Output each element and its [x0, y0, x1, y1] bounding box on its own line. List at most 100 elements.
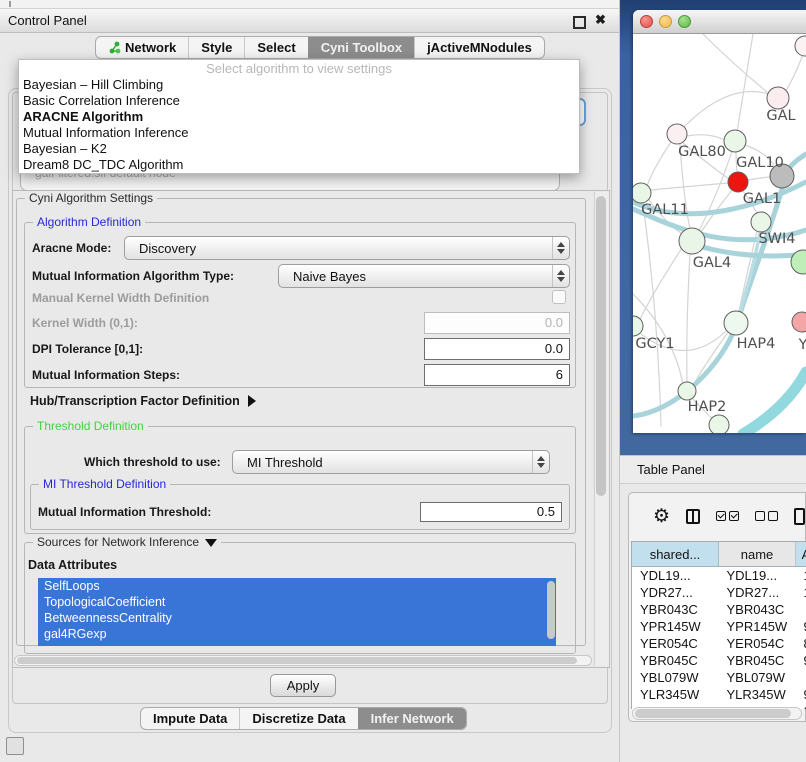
node-hap4[interactable]	[724, 311, 748, 335]
node-gal80[interactable]	[667, 124, 687, 144]
node-gal11[interactable]	[633, 183, 651, 203]
table-cell[interactable]: 9.	[796, 686, 806, 703]
tab-cyni-toolbox[interactable]: Cyni Toolbox	[308, 37, 414, 58]
algorithm-option-2[interactable]: ARACNE Algorithm	[19, 109, 579, 125]
table-cell[interactable]: YBR043C	[719, 601, 796, 618]
node-table[interactable]: shared...nameAYDL19...YDL19...13YDR27...…	[631, 541, 806, 709]
scrollbar-thumb[interactable]	[635, 709, 791, 718]
list-scrollbar-thumb[interactable]	[547, 581, 555, 639]
columns-icon[interactable]	[686, 509, 700, 524]
network-source-combo-partial[interactable]: galFiltered.sif default node	[20, 171, 560, 191]
table-cell[interactable]: YLR345W	[632, 686, 719, 703]
table-cell[interactable]: 13	[796, 567, 806, 585]
mi-algorithm-type-combo[interactable]: Naive Bayes	[278, 264, 570, 288]
tab-network[interactable]: Network	[96, 37, 188, 58]
network-edge[interactable]	[786, 54, 803, 91]
node-gal10[interactable]	[724, 130, 746, 152]
table-row[interactable]: YDR27...YDR27...12	[632, 584, 806, 601]
network-edge[interactable]	[683, 92, 769, 128]
table-row[interactable]: YLR345WYLR345W9.	[632, 686, 806, 703]
table-cell[interactable]: YDR27...	[632, 584, 719, 601]
table-cell[interactable]	[796, 601, 806, 618]
table-cell[interactable]: YER054C	[719, 635, 796, 652]
table-cell[interactable]: YBR043C	[632, 601, 719, 618]
network-edge[interactable]	[694, 331, 729, 384]
tab-infer-network[interactable]: Infer Network	[358, 708, 466, 729]
column-header-2[interactable]: A	[796, 542, 806, 567]
table-cell[interactable]: YPR145W	[719, 618, 796, 635]
table-row[interactable]: YBL079WYBL079W	[632, 669, 806, 686]
settings-horizontal-scrollbar[interactable]	[14, 655, 592, 666]
close-traffic-light-icon[interactable]	[640, 15, 653, 28]
apply-button[interactable]: Apply	[270, 674, 336, 697]
table-cell[interactable]: YDL19...	[632, 567, 719, 585]
tab-select[interactable]: Select	[244, 37, 307, 58]
algorithm-option-0[interactable]: Bayesian – Hill Climbing	[19, 77, 579, 93]
network-edge[interactable]	[699, 151, 732, 231]
network-edge[interactable]	[703, 34, 767, 92]
table-cell[interactable]: YBL079W	[719, 669, 796, 686]
close-icon[interactable]: ✖	[595, 12, 606, 28]
settings-vertical-scrollbar[interactable]	[594, 192, 609, 666]
network-edge[interactable]	[738, 233, 760, 320]
network-edge[interactable]	[687, 135, 725, 140]
network-edge[interactable]	[647, 142, 671, 186]
network-edge[interactable]	[737, 34, 753, 132]
node-pink-right[interactable]	[792, 312, 806, 332]
node-gcy1[interactable]	[633, 316, 643, 336]
algorithm-option-5[interactable]: Dream8 DC_TDC Algorithm	[19, 157, 579, 173]
table-row[interactable]: YER054CYER054C8.	[632, 635, 806, 652]
tab-discretize-data[interactable]: Discretize Data	[239, 708, 357, 729]
table-cell[interactable]: YER054C	[632, 635, 719, 652]
node-swi4[interactable]	[751, 212, 771, 232]
table-row[interactable]: YBR043CYBR043C	[632, 601, 806, 618]
table-cell[interactable]: YBL079W	[632, 669, 719, 686]
scrollbar-thumb[interactable]	[17, 657, 577, 664]
select-all-icon[interactable]	[716, 511, 739, 521]
column-header-0[interactable]: shared...	[632, 542, 719, 567]
table-cell[interactable]: 9.	[796, 652, 806, 669]
node-gal-topright[interactable]	[767, 87, 789, 109]
float-window-icon[interactable]	[573, 16, 586, 29]
network-edge[interactable]	[651, 183, 728, 190]
node-top-partial[interactable]	[795, 36, 806, 56]
expand-arrow-icon[interactable]	[248, 395, 256, 407]
table-cell[interactable]: 8.	[796, 635, 806, 652]
gear-icon[interactable]: ⚙	[653, 507, 670, 526]
restore-panel-icon[interactable]	[6, 737, 24, 755]
attribute-item[interactable]: TopologicalCoefficient	[38, 594, 556, 610]
splitter-handle[interactable]	[9, 1, 11, 7]
column-header-1[interactable]: name	[719, 542, 796, 567]
table-cell[interactable]: YPR145W	[632, 618, 719, 635]
network-edge[interactable]	[748, 177, 770, 180]
table-cell[interactable]: YLR345W	[719, 686, 796, 703]
attribute-item[interactable]: BetweennessCentrality	[38, 610, 556, 626]
table-cell[interactable]: 9.	[796, 618, 806, 635]
kernel-width-field[interactable]: 0.0	[424, 312, 570, 334]
table-row[interactable]: YDL19...YDL19...13	[632, 567, 806, 585]
table-horizontal-scrollbar[interactable]	[632, 707, 802, 720]
node-gal4[interactable]	[679, 228, 705, 254]
network-edge[interactable]	[639, 248, 682, 321]
node-gal1-red[interactable]	[728, 172, 748, 192]
attribute-item[interactable]: SelfLoops	[38, 578, 556, 594]
table-cell[interactable]: YBR045C	[719, 652, 796, 669]
algorithm-option-4[interactable]: Bayesian – K2	[19, 141, 579, 157]
algorithm-option-3[interactable]: Mutual Information Inference	[19, 125, 579, 141]
sources-title[interactable]: Sources for Network Inference	[33, 535, 221, 549]
network-view-window[interactable]: GALGAL80GAL10GAL1GAL11SWI4GAL4GCY1HAP4YH…	[633, 10, 806, 433]
table-cell[interactable]: YDR27...	[719, 584, 796, 601]
table-cell[interactable]: YDL19...	[719, 567, 796, 585]
network-window-titlebar[interactable]	[633, 10, 806, 34]
which-threshold-combo[interactable]: MI Threshold	[232, 450, 550, 474]
minimize-traffic-light-icon[interactable]	[659, 15, 672, 28]
table-cell[interactable]: 12	[796, 584, 806, 601]
table-row[interactable]: YBR045CYBR045C9.	[632, 652, 806, 669]
network-edge[interactable]	[743, 372, 806, 433]
node-bottom-partial[interactable]	[709, 415, 729, 433]
tab-style[interactable]: Style	[188, 37, 244, 58]
scrollbar-thumb[interactable]	[596, 196, 606, 496]
attribute-item[interactable]: gal4RGexp	[38, 626, 556, 642]
mi-steps-field[interactable]: 6	[424, 364, 570, 386]
dpi-tolerance-field[interactable]: 0.0	[424, 338, 570, 360]
